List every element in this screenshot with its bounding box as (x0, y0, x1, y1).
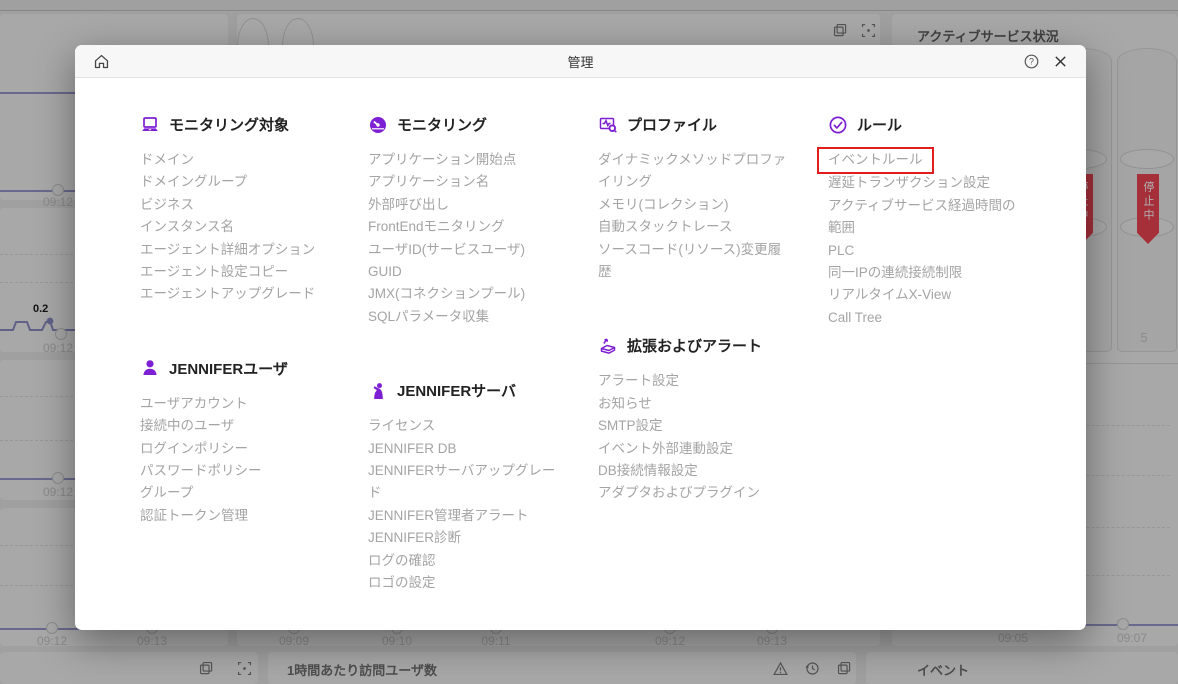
menu-item[interactable]: ユーザID(サービスユーザ) (368, 239, 564, 261)
menu-item[interactable]: 自動スタックトレース (598, 216, 794, 238)
menu-item[interactable]: JENNIFER DB (368, 438, 564, 460)
section-title: プロファイル (627, 114, 717, 135)
menu-item[interactable]: SMTP設定 (598, 415, 794, 437)
menu-item[interactable]: アダプタおよびプラグイン (598, 482, 794, 504)
modal-body: モニタリング対象 ドメインドメイングループビジネスインスタンス名エージェント詳細… (75, 78, 1086, 630)
menu-item[interactable]: 遅延トランザクション設定 (828, 172, 1024, 194)
menu-item[interactable]: ドメイングループ (140, 171, 336, 193)
menu-list: ドメインドメイングループビジネスインスタンス名エージェント詳細オプションエージェ… (140, 149, 336, 306)
close-icon[interactable] (1050, 51, 1070, 71)
menu-item[interactable]: アプリケーション名 (368, 171, 564, 193)
section-monitoring: モニタリング アプリケーション開始点アプリケーション名外部呼び出しFrontEn… (368, 114, 580, 328)
menu-item[interactable]: JENNIFER管理者アラート (368, 505, 564, 527)
svg-text:?: ? (1029, 56, 1034, 66)
menu-item[interactable]: アクティブサービス経過時間の範囲 (828, 195, 1024, 240)
section-monitoring-target: モニタリング対象 ドメインドメイングループビジネスインスタンス名エージェント詳細… (140, 114, 352, 306)
menu-list: イベントルール遅延トランザクション設定アクティブサービス経過時間の範囲PLC同一… (828, 149, 1024, 329)
menu-item[interactable]: インスタンス名 (140, 216, 336, 238)
section-rules: ルール イベントルール遅延トランザクション設定アクティブサービス経過時間の範囲P… (828, 114, 1040, 329)
menu-item[interactable]: ダイナミックメソッドプロファイリング (598, 149, 794, 194)
modal-title: 管理 (75, 52, 1086, 71)
menu-item[interactable]: エージェントアップグレード (140, 283, 336, 305)
menu-item[interactable]: パスワードポリシー (140, 460, 336, 482)
menu-item[interactable]: メモリ(コレクション) (598, 194, 794, 216)
menu-list: ダイナミックメソッドプロファイリングメモリ(コレクション)自動スタックトレースソ… (598, 149, 794, 283)
user-icon (140, 358, 160, 378)
menu-item[interactable]: イベントルール (828, 149, 1024, 172)
section-title: 拡張およびアラート (627, 335, 762, 356)
menu-item[interactable]: JENNIFERサーバアップグレード (368, 460, 564, 505)
menu-item[interactable]: GUID (368, 261, 564, 283)
highlighted-menu-item[interactable]: イベントルール (817, 147, 934, 174)
menu-item[interactable]: PLC (828, 240, 1024, 262)
menu-item[interactable]: ソースコード(リソース)変更履歴 (598, 239, 794, 284)
menu-item[interactable]: JENNIFER診断 (368, 527, 564, 549)
menu-item[interactable]: イベント外部連動設定 (598, 438, 794, 460)
monitor-icon (140, 115, 160, 135)
modal-header: 管理 ? (75, 45, 1086, 78)
menu-item[interactable]: 外部呼び出し (368, 194, 564, 216)
menu-item[interactable]: JMX(コネクションプール) (368, 283, 564, 305)
section-title: ルール (857, 114, 902, 135)
section-title: モニタリング対象 (169, 114, 289, 135)
menu-item[interactable]: DB接続情報設定 (598, 460, 794, 482)
section-jennifer-user: JENNIFERユーザ ユーザアカウント接続中のユーザログインポリシーパスワード… (140, 358, 352, 527)
menu-item[interactable]: 認証トークン管理 (140, 505, 336, 527)
menu-item[interactable]: FrontEndモニタリング (368, 216, 564, 238)
menu-item[interactable]: ログインポリシー (140, 438, 336, 460)
menu-item[interactable]: グループ (140, 482, 336, 504)
menu-item[interactable]: 接続中のユーザ (140, 415, 336, 437)
server-mascot-icon (368, 381, 388, 401)
menu-item[interactable]: ロゴの設定 (368, 572, 564, 594)
menu-list: ライセンスJENNIFER DBJENNIFERサーバアップグレードJENNIF… (368, 415, 564, 594)
menu-list: アラート設定お知らせSMTP設定イベント外部連動設定DB接続情報設定アダプタおよ… (598, 370, 794, 504)
menu-item[interactable]: ライセンス (368, 415, 564, 437)
menu-list: ユーザアカウント接続中のユーザログインポリシーパスワードポリシーグループ認証トー… (140, 393, 336, 527)
menu-item[interactable]: Call Tree (828, 307, 1024, 329)
section-extension-alert: 拡張およびアラート アラート設定お知らせSMTP設定イベント外部連動設定DB接続… (598, 335, 810, 504)
menu-item[interactable]: エージェント設定コピー (140, 261, 336, 283)
section-title: JENNIFERサーバ (397, 380, 516, 401)
help-icon[interactable]: ? (1021, 51, 1041, 71)
section-jennifer-server: JENNIFERサーバ ライセンスJENNIFER DBJENNIFERサーバア… (368, 380, 580, 594)
menu-item[interactable]: 同一IPの連続接続制限 (828, 262, 1024, 284)
menu-item[interactable]: エージェント詳細オプション (140, 239, 336, 261)
admin-modal: 管理 ? モニタリング対象 ドメインドメイングループビジネスインスタンス名エージ… (75, 45, 1086, 630)
menu-item[interactable]: お知らせ (598, 393, 794, 415)
menu-item[interactable]: ドメイン (140, 149, 336, 171)
section-title: JENNIFERユーザ (169, 358, 288, 379)
menu-list: アプリケーション開始点アプリケーション名外部呼び出しFrontEndモニタリング… (368, 149, 564, 328)
section-profile: プロファイル ダイナミックメソッドプロファイリングメモリ(コレクション)自動スタ… (598, 114, 810, 283)
menu-item[interactable]: アプリケーション開始点 (368, 149, 564, 171)
profile-icon (598, 115, 618, 135)
menu-item[interactable]: ビジネス (140, 194, 336, 216)
menu-item[interactable]: ユーザアカウント (140, 393, 336, 415)
section-title: モニタリング (397, 114, 487, 135)
menu-item[interactable]: リアルタイムX-View (828, 284, 1024, 306)
gauge-icon (368, 115, 388, 135)
menu-item[interactable]: SQLパラメータ収集 (368, 306, 564, 328)
menu-item[interactable]: ログの確認 (368, 550, 564, 572)
extension-icon (598, 336, 618, 356)
rule-icon (828, 115, 848, 135)
menu-item[interactable]: アラート設定 (598, 370, 794, 392)
